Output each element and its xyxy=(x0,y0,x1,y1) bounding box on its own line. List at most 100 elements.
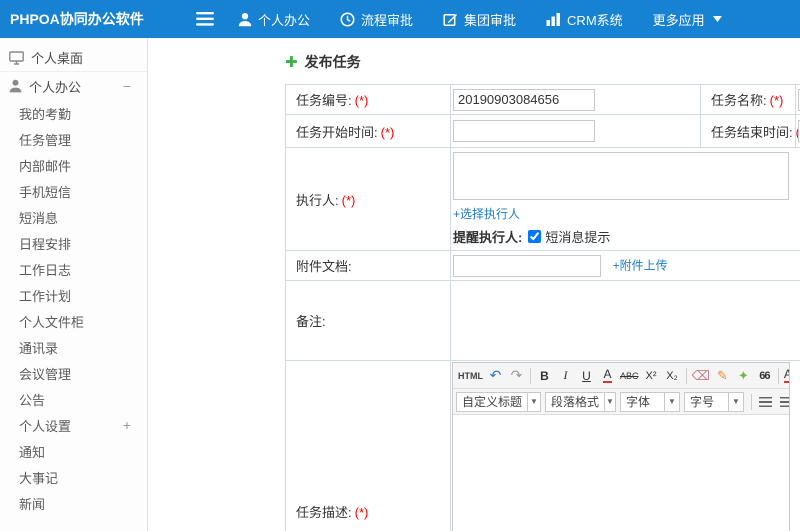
sidebar-item-personal-files[interactable]: 个人文件柜 xyxy=(0,308,147,334)
desktop-icon xyxy=(9,50,24,65)
sidebar-item-notification[interactable]: 通知 xyxy=(0,438,147,464)
page-title: 发布任务 xyxy=(304,54,361,70)
remove-format-button[interactable]: ⌫ xyxy=(691,366,711,386)
sidebar-item-label: 公告 xyxy=(19,392,46,408)
sidebar-item-label: 会议管理 xyxy=(19,366,72,382)
sidebar-item-schedule[interactable]: 日程安排 xyxy=(0,230,147,256)
italic-button[interactable]: I xyxy=(556,366,575,386)
caret-down-icon: ▼ xyxy=(728,392,743,411)
sidebar-item-label: 工作日志 xyxy=(19,262,72,278)
menu-toggle-button[interactable] xyxy=(186,12,224,26)
sidebar-item-internal-mail[interactable]: 内部邮件 xyxy=(0,152,147,178)
nav-crm-system[interactable]: CRM系统 xyxy=(546,10,623,29)
color-dropdown-button[interactable]: A ▼ xyxy=(783,366,789,386)
strikethrough-button[interactable]: ABC xyxy=(619,366,640,386)
sidebar-item-label: 大事记 xyxy=(19,470,59,486)
attachment-input[interactable] xyxy=(453,254,601,277)
blockquote-button[interactable]: 66 xyxy=(755,366,774,386)
sidebar-item-label: 短消息 xyxy=(19,210,59,226)
nav-label: 流程审批 xyxy=(361,12,414,28)
collapse-icon[interactable]: − xyxy=(123,79,131,93)
format-brush-button[interactable]: ✎ xyxy=(713,366,732,386)
font-size-select[interactable]: 字号 ▼ xyxy=(684,391,744,412)
nav-more-apps[interactable]: 更多应用 xyxy=(653,10,722,29)
remark-value-cell xyxy=(450,280,800,361)
sidebar-item-milestones[interactable]: 大事记 xyxy=(0,464,147,490)
underline-button[interactable]: U xyxy=(577,366,596,386)
sidebar-item-personal-settings[interactable]: 个人设置 + xyxy=(0,412,147,438)
nav-label: 集团审批 xyxy=(464,12,517,28)
attachment-upload-link[interactable]: +附件上传 xyxy=(613,258,668,272)
superscript-button[interactable]: X² xyxy=(642,366,661,386)
nav-label: CRM系统 xyxy=(567,12,623,28)
task-name-label-cell: 任务名称: (*) xyxy=(700,84,796,115)
task-number-input[interactable] xyxy=(453,88,595,111)
sidebar-item-label: 新闻 xyxy=(19,496,46,512)
page-title-bar: ✚ 发布任务 xyxy=(285,52,800,72)
required-mark: (*) xyxy=(380,124,395,140)
highlight-button[interactable]: ✦ xyxy=(734,366,753,386)
custom-heading-select[interactable]: 自定义标题 ▼ xyxy=(456,391,541,412)
font-color-button[interactable]: A xyxy=(598,366,617,386)
font-family-select[interactable]: 字体 ▼ xyxy=(620,391,680,412)
caret-down-icon: ▼ xyxy=(664,392,679,411)
undo-button[interactable]: ↶ xyxy=(486,366,505,386)
description-editor-area[interactable] xyxy=(453,415,789,531)
remark-textarea[interactable] xyxy=(451,281,800,360)
app-logo[interactable]: PHPOA协同办公软件 xyxy=(0,9,186,29)
app-body: 个人桌面 个人办公 − 我的考勤 任务管理 内部邮件 手机短信 短消息 日程安排… xyxy=(0,38,800,531)
attachment-label: 附件文档: xyxy=(296,259,352,274)
required-mark: (*) xyxy=(769,93,784,108)
nav-group-approval[interactable]: 集团审批 xyxy=(443,10,516,29)
sidebar-item-announcement[interactable]: 公告 xyxy=(0,386,147,412)
start-time-label: 任务开始时间: xyxy=(296,124,378,140)
description-label: 任务描述: xyxy=(296,504,352,520)
phpoa-app: PHPOA协同办公软件 个人办公 流程审批 集团审批 CRM系统 更多应用 个人… xyxy=(0,0,800,531)
executor-textarea[interactable] xyxy=(453,152,789,200)
toolbar-separator xyxy=(530,367,531,384)
paragraph-format-select[interactable]: 段落格式 ▼ xyxy=(545,391,616,412)
end-time-label: 任务结束时间: xyxy=(711,124,793,140)
nav-personal-office[interactable]: 个人办公 xyxy=(238,10,310,29)
sidebar-item-label: 手机短信 xyxy=(19,184,72,200)
expand-icon[interactable]: + xyxy=(123,418,131,432)
bold-button[interactable]: B xyxy=(535,366,554,386)
align-left-icon xyxy=(759,396,772,407)
editor-toolbar-row2: 自定义标题 ▼ 段落格式 ▼ 字体 ▼ 字号 ▼ xyxy=(453,389,789,415)
choose-executor-link[interactable]: +选择执行人 xyxy=(453,207,520,221)
subscript-button[interactable]: X₂ xyxy=(663,366,682,386)
start-time-value-cell xyxy=(450,114,701,148)
sidebar-item-meeting-management[interactable]: 会议管理 xyxy=(0,360,147,386)
end-time-label-cell: 任务结束时间:(*) xyxy=(700,114,800,148)
sidebar-item-work-log[interactable]: 工作日志 xyxy=(0,256,147,282)
remind-executor-line: 提醒执行人: 短消息提示 xyxy=(453,227,800,246)
nav-label: 更多应用 xyxy=(652,12,705,28)
sms-remind-label: 短消息提示 xyxy=(545,230,611,245)
start-time-input[interactable] xyxy=(453,120,595,142)
sidebar-item-work-plan[interactable]: 工作计划 xyxy=(0,282,147,308)
sidebar-item-task-management[interactable]: 任务管理 xyxy=(0,126,147,152)
sidebar-item-label: 通讯录 xyxy=(19,340,59,356)
sidebar-item-short-message[interactable]: 短消息 xyxy=(0,204,147,230)
align-center-button[interactable] xyxy=(777,392,789,412)
sidebar-item-my-attendance[interactable]: 我的考勤 xyxy=(0,100,147,126)
main-nav: 个人办公 流程审批 集团审批 CRM系统 更多应用 xyxy=(238,10,752,29)
sidebar-item-personal-office[interactable]: 个人办公 − xyxy=(0,72,147,100)
caret-down-icon: ▼ xyxy=(604,392,615,411)
sidebar-item-contacts[interactable]: 通讯录 xyxy=(0,334,147,360)
sidebar-item-news[interactable]: 新闻 xyxy=(0,490,147,516)
sidebar-item-mobile-sms[interactable]: 手机短信 xyxy=(0,178,147,204)
redo-button[interactable]: ↷ xyxy=(507,366,526,386)
publish-task-form-wrap: 任务编号:(*) 任务名称:(*) xyxy=(285,84,800,531)
topbar: PHPOA协同办公软件 个人办公 流程审批 集团审批 CRM系统 更多应用 xyxy=(0,0,800,38)
publish-task-form: 任务编号:(*) 任务名称:(*) xyxy=(285,84,800,531)
nav-process-approval[interactable]: 流程审批 xyxy=(340,10,413,29)
sms-remind-checkbox[interactable] xyxy=(528,230,542,243)
align-left-button[interactable] xyxy=(756,392,775,412)
sidebar: 个人桌面 个人办公 − 我的考勤 任务管理 内部邮件 手机短信 短消息 日程安排… xyxy=(0,38,148,531)
remark-label-cell: 备注: xyxy=(285,280,451,361)
clock-icon xyxy=(340,12,355,26)
sidebar-item-personal-desktop[interactable]: 个人桌面 xyxy=(0,44,147,72)
source-button[interactable]: HTML xyxy=(457,366,484,386)
executor-label-cell: 执行人: (*) xyxy=(285,147,451,251)
